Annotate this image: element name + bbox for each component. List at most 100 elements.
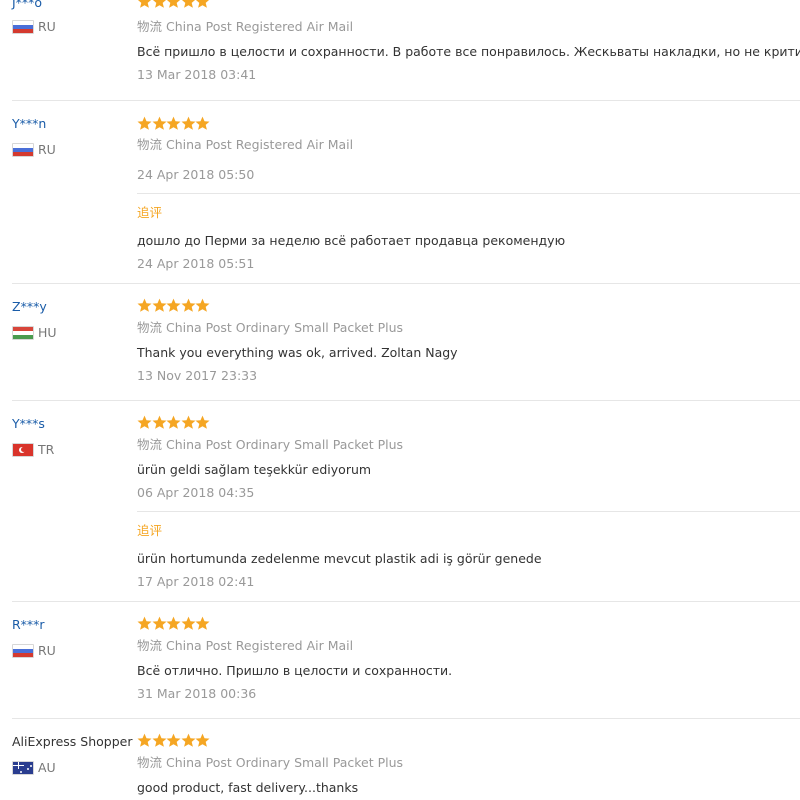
country-code: RU	[38, 642, 56, 658]
shipping-info: 物流 China Post Ordinary Small Packet Plus	[137, 436, 403, 454]
star-icon	[137, 116, 152, 130]
star-icon	[166, 116, 181, 130]
star-icon	[166, 733, 181, 747]
reviewer-country: RU	[12, 18, 56, 34]
country-code: RU	[38, 18, 56, 34]
review-date: 13 Nov 2017 23:33	[137, 368, 258, 383]
star-icon	[137, 733, 152, 747]
star-rating	[137, 298, 210, 314]
star-icon	[152, 733, 166, 747]
star-icon	[166, 415, 181, 429]
russia-flag-icon	[12, 643, 34, 658]
review-text: Всё пришло в целости и сохранности. В ра…	[137, 44, 800, 59]
star-icon	[181, 116, 195, 130]
review-date: 06 Apr 2018 04:35	[137, 485, 255, 500]
star-icon	[137, 0, 152, 8]
review-text: ürün geldi sağlam teşekkür ediyorum	[137, 462, 372, 477]
followup-divider	[137, 511, 800, 512]
followup-date: 24 Apr 2018 05:51	[137, 256, 255, 271]
reviewer-country: RU	[12, 141, 56, 157]
star-rating	[137, 116, 210, 132]
review-date: 24 Apr 2018 05:50	[137, 167, 255, 182]
logistics-label: 物流	[137, 437, 163, 452]
logistics-label: 物流	[137, 19, 163, 34]
shipping-info: 物流 China Post Registered Air Mail	[137, 18, 353, 36]
star-icon	[181, 733, 195, 747]
country-code: TR	[38, 441, 55, 457]
star-icon	[152, 0, 166, 8]
star-icon	[166, 0, 181, 8]
shipping-method: China Post Registered Air Mail	[166, 638, 354, 653]
star-icon	[152, 116, 166, 130]
star-icon	[181, 0, 195, 8]
star-icon	[166, 616, 181, 630]
reviewer-name: AliExpress Shopper	[12, 734, 133, 749]
review-text: good product, fast delivery...thanks	[137, 780, 359, 795]
review-date: 31 Mar 2018 00:36	[137, 686, 257, 701]
hungary-flag-icon	[12, 325, 34, 340]
followup-label: 追评	[137, 205, 163, 220]
logistics-label: 物流	[137, 137, 163, 152]
shipping-info: 物流 China Post Ordinary Small Packet Plus	[137, 754, 403, 772]
australia-flag-icon	[12, 760, 34, 775]
review-item: Z***y HU 物流 China Post Ordinary Small Pa…	[0, 284, 800, 401]
followup-label: 追评	[137, 523, 163, 538]
followup-text: ürün hortumunda zedelenme mevcut plastik…	[137, 551, 542, 566]
turkey-flag-icon	[12, 442, 34, 457]
shipping-info: 物流 China Post Registered Air Mail	[137, 136, 353, 154]
followup-divider	[137, 193, 800, 194]
star-rating	[137, 0, 210, 10]
shipping-method: China Post Ordinary Small Packet Plus	[166, 437, 404, 452]
star-icon	[152, 415, 166, 429]
review-text: Thank you everything was ok, arrived. Zo…	[137, 345, 458, 360]
followup-date: 17 Apr 2018 02:41	[137, 574, 255, 589]
star-icon	[137, 415, 152, 429]
shipping-method: China Post Ordinary Small Packet Plus	[166, 755, 404, 770]
star-rating	[137, 415, 210, 431]
reviewer-name-link[interactable]: Y***s	[12, 415, 45, 433]
star-icon	[195, 0, 210, 8]
logistics-label: 物流	[137, 320, 163, 335]
shipping-method: China Post Ordinary Small Packet Plus	[166, 320, 404, 335]
shipping-info: 物流 China Post Ordinary Small Packet Plus	[137, 319, 403, 337]
star-icon	[137, 298, 152, 312]
review-item: R***r RU 物流 China Post Registered Air Ma…	[0, 602, 800, 719]
shipping-method: China Post Registered Air Mail	[166, 19, 354, 34]
country-code: HU	[38, 324, 57, 340]
reviewer-country: HU	[12, 324, 57, 340]
reviewer-country: AU	[12, 759, 56, 775]
star-rating	[137, 616, 210, 632]
star-icon	[181, 616, 195, 630]
star-icon	[181, 415, 195, 429]
star-icon	[195, 415, 210, 429]
feedback-list: J***o RU 物流 China Post Registered Air Ma…	[0, 0, 800, 800]
reviewer-name-link[interactable]: R***r	[12, 616, 45, 634]
reviewer-country: RU	[12, 642, 56, 658]
review-text: Всё отлично. Пришло в целости и сохранно…	[137, 663, 453, 678]
logistics-label: 物流	[137, 638, 163, 653]
star-icon	[166, 298, 181, 312]
review-date: 13 Mar 2018 03:41	[137, 67, 257, 82]
review-item: Y***n RU 物流 China Post Registered Air Ma…	[0, 101, 800, 284]
star-rating	[137, 733, 210, 749]
star-icon	[195, 616, 210, 630]
star-icon	[195, 733, 210, 747]
shipping-info: 物流 China Post Registered Air Mail	[137, 637, 353, 655]
star-icon	[195, 116, 210, 130]
star-icon	[152, 298, 166, 312]
review-item: Y***s TR 物流 China Post Ordinary Small Pa…	[0, 401, 800, 602]
review-item: J***o RU 物流 China Post Registered Air Ma…	[0, 0, 800, 101]
shipping-method: China Post Registered Air Mail	[166, 137, 354, 152]
reviewer-name-link[interactable]: Y***n	[12, 115, 46, 133]
star-icon	[181, 298, 195, 312]
logistics-label: 物流	[137, 755, 163, 770]
russia-flag-icon	[12, 142, 34, 157]
followup-text: дошло до Перми за неделю всё работает пр…	[137, 233, 566, 248]
country-code: RU	[38, 141, 56, 157]
reviewer-name-link[interactable]: J***o	[12, 0, 42, 12]
russia-flag-icon	[12, 19, 34, 34]
reviewer-country: TR	[12, 441, 54, 457]
reviewer-name-link[interactable]: Z***y	[12, 298, 47, 316]
star-icon	[152, 616, 166, 630]
star-icon	[195, 298, 210, 312]
